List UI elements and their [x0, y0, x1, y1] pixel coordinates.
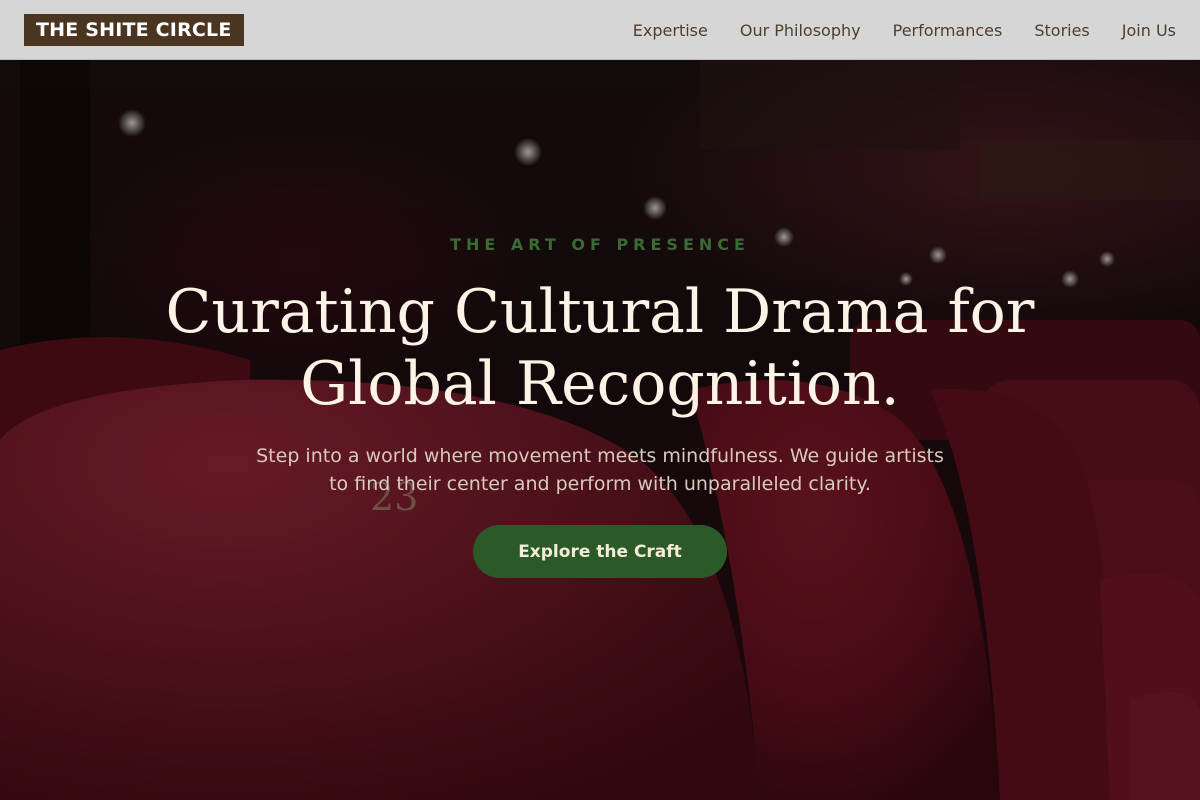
nav-link-performances[interactable]: Performances: [893, 21, 1003, 40]
hero-eyebrow: THE ART OF PRESENCE: [450, 235, 750, 254]
main-nav: Expertise Our Philosophy Performances St…: [633, 0, 1176, 60]
hero-subtitle: Step into a world where movement meets m…: [256, 445, 944, 495]
hero-dark-overlay: [0, 60, 1200, 800]
site-header: THE SHITE CIRCLE Expertise Our Philosoph…: [0, 0, 1200, 60]
nav-link-join-us[interactable]: Join Us: [1122, 21, 1176, 40]
site-logo[interactable]: THE SHITE CIRCLE: [24, 14, 244, 46]
nav-link-expertise[interactable]: Expertise: [633, 21, 708, 40]
nav-link-our-philosophy[interactable]: Our Philosophy: [740, 21, 861, 40]
nav-link-stories[interactable]: Stories: [1034, 21, 1089, 40]
hero-headline-line-2: Global Recognition.: [300, 349, 900, 419]
explore-craft-button[interactable]: Explore the Craft: [473, 525, 727, 578]
hero-headline: Curating Cultural Drama for Global Recog…: [100, 276, 1100, 420]
hero-section: 23: [0, 60, 1200, 800]
hero-headline-line-1: Curating Cultural Drama for: [165, 277, 1035, 347]
